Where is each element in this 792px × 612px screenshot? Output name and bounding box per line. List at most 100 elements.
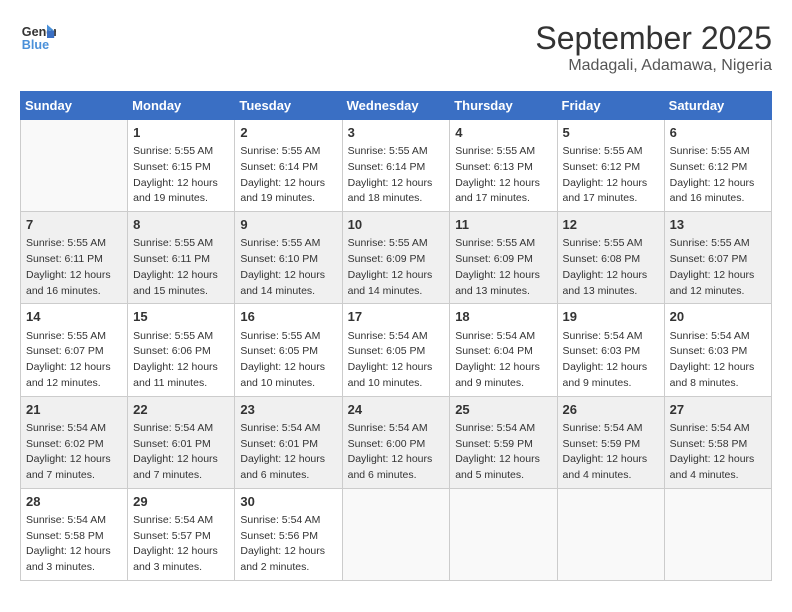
day-number: 9 <box>240 216 336 234</box>
day-number: 8 <box>133 216 229 234</box>
calendar-cell: 30 Sunrise: 5:54 AMSunset: 5:56 PMDayligh… <box>235 488 342 580</box>
day-info: Sunrise: 5:55 AMSunset: 6:08 PMDaylight:… <box>563 236 659 299</box>
day-number: 19 <box>563 308 659 326</box>
day-info: Sunrise: 5:54 AMSunset: 5:58 PMDaylight:… <box>26 513 122 576</box>
day-info: Sunrise: 5:55 AMSunset: 6:14 PMDaylight:… <box>240 144 336 207</box>
location: Madagali, Adamawa, Nigeria <box>535 57 772 75</box>
calendar-cell: 24Sunrise: 5:54 AMSunset: 6:00 PMDayligh… <box>342 396 450 488</box>
day-info: Sunrise: 5:55 AMSunset: 6:05 PMDaylight:… <box>240 329 336 392</box>
calendar-cell: 11 Sunrise: 5:55 AMSunset: 6:09 PMDayligh… <box>450 212 557 304</box>
day-info: Sunrise: 5:54 AMSunset: 5:57 PMDaylight:… <box>133 513 229 576</box>
calendar-cell <box>664 488 771 580</box>
day-info: Sunrise: 5:54 AMSunset: 6:04 PMDaylight:… <box>455 329 551 392</box>
day-number: 25 <box>455 401 551 419</box>
day-info: Sunrise: 5:55 AMSunset: 6:15 PMDaylight:… <box>133 144 229 207</box>
calendar-cell: 3 Sunrise: 5:55 AMSunset: 6:14 PMDaylight… <box>342 120 450 212</box>
day-info: Sunrise: 5:55 AMSunset: 6:14 PMDaylight:… <box>348 144 445 207</box>
calendar-cell: 28 Sunrise: 5:54 AMSunset: 5:58 PMDayligh… <box>21 488 128 580</box>
day-info: Sunrise: 5:54 AMSunset: 6:05 PMDaylight:… <box>348 329 445 392</box>
day-number: 13 <box>670 216 766 234</box>
day-info: Sunrise: 5:55 AMSunset: 6:07 PMDaylight:… <box>670 236 766 299</box>
calendar-cell: 18 Sunrise: 5:54 AMSunset: 6:04 PMDayligh… <box>450 304 557 396</box>
weekday-header-saturday: Saturday <box>664 92 771 120</box>
day-info: Sunrise: 5:54 AMSunset: 6:02 PMDaylight:… <box>26 421 122 484</box>
day-number: 5 <box>563 124 659 142</box>
calendar-week-row: 7 Sunrise: 5:55 AMSunset: 6:11 PMDaylight… <box>21 212 772 304</box>
calendar-week-row: 21 Sunrise: 5:54 AMSunset: 6:02 PMDayligh… <box>21 396 772 488</box>
title-area: September 2025 Madagali, Adamawa, Nigeri… <box>535 20 772 75</box>
weekday-header-thursday: Thursday <box>450 92 557 120</box>
day-info: Sunrise: 5:55 AMSunset: 6:06 PMDaylight:… <box>133 329 229 392</box>
calendar-cell: 19 Sunrise: 5:54 AMSunset: 6:03 PMDayligh… <box>557 304 664 396</box>
day-number: 22 <box>133 401 229 419</box>
day-number: 27 <box>670 401 766 419</box>
day-number: 16 <box>240 308 336 326</box>
calendar-cell: 16 Sunrise: 5:55 AMSunset: 6:05 PMDayligh… <box>235 304 342 396</box>
day-number: 28 <box>26 493 122 511</box>
day-info: Sunrise: 5:54 AMSunset: 6:03 PMDaylight:… <box>563 329 659 392</box>
day-info: Sunrise: 5:54 AMSunset: 5:56 PMDaylight:… <box>240 513 336 576</box>
calendar-cell: 12 Sunrise: 5:55 AMSunset: 6:08 PMDayligh… <box>557 212 664 304</box>
calendar-cell <box>342 488 450 580</box>
calendar-cell: 26 Sunrise: 5:54 AMSunset: 5:59 PMDayligh… <box>557 396 664 488</box>
calendar-cell: 9 Sunrise: 5:55 AMSunset: 6:10 PMDaylight… <box>235 212 342 304</box>
calendar-cell: 21 Sunrise: 5:54 AMSunset: 6:02 PMDayligh… <box>21 396 128 488</box>
weekday-header-row: SundayMondayTuesdayWednesdayThursdayFrid… <box>21 92 772 120</box>
day-number: 11 <box>455 216 551 234</box>
calendar-week-row: 28 Sunrise: 5:54 AMSunset: 5:58 PMDayligh… <box>21 488 772 580</box>
calendar-cell: 13 Sunrise: 5:55 AMSunset: 6:07 PMDayligh… <box>664 212 771 304</box>
day-info: Sunrise: 5:55 AMSunset: 6:07 PMDaylight:… <box>26 329 122 392</box>
day-info: Sunrise: 5:55 AMSunset: 6:09 PMDaylight:… <box>455 236 551 299</box>
calendar-cell: 25 Sunrise: 5:54 AMSunset: 5:59 PMDayligh… <box>450 396 557 488</box>
day-info: Sunrise: 5:55 AMSunset: 6:11 PMDaylight:… <box>133 236 229 299</box>
day-info: Sunrise: 5:55 AMSunset: 6:10 PMDaylight:… <box>240 236 336 299</box>
calendar-cell: 4Sunrise: 5:55 AMSunset: 6:13 PMDaylight… <box>450 120 557 212</box>
logo-icon: General Blue <box>20 20 56 56</box>
day-number: 1 <box>133 124 229 142</box>
weekday-header-sunday: Sunday <box>21 92 128 120</box>
calendar-week-row: 1 Sunrise: 5:55 AMSunset: 6:15 PMDaylight… <box>21 120 772 212</box>
day-info: Sunrise: 5:55 AMSunset: 6:09 PMDaylight:… <box>348 236 445 299</box>
calendar-cell: 27 Sunrise: 5:54 AMSunset: 5:58 PMDayligh… <box>664 396 771 488</box>
calendar-cell: 14 Sunrise: 5:55 AMSunset: 6:07 PMDayligh… <box>21 304 128 396</box>
calendar-cell: 29Sunrise: 5:54 AMSunset: 5:57 PMDayligh… <box>128 488 235 580</box>
day-number: 21 <box>26 401 122 419</box>
calendar-cell <box>21 120 128 212</box>
weekday-header-monday: Monday <box>128 92 235 120</box>
month-title: September 2025 <box>535 20 772 57</box>
calendar-week-row: 14 Sunrise: 5:55 AMSunset: 6:07 PMDayligh… <box>21 304 772 396</box>
day-info: Sunrise: 5:55 AMSunset: 6:13 PMDaylight:… <box>455 144 551 207</box>
day-number: 10 <box>348 216 445 234</box>
day-number: 30 <box>240 493 336 511</box>
calendar-cell <box>557 488 664 580</box>
day-number: 2 <box>240 124 336 142</box>
day-number: 12 <box>563 216 659 234</box>
day-info: Sunrise: 5:54 AMSunset: 5:59 PMDaylight:… <box>563 421 659 484</box>
day-number: 18 <box>455 308 551 326</box>
calendar-cell: 8 Sunrise: 5:55 AMSunset: 6:11 PMDaylight… <box>128 212 235 304</box>
day-number: 26 <box>563 401 659 419</box>
day-number: 20 <box>670 308 766 326</box>
day-number: 17 <box>348 308 445 326</box>
calendar-cell <box>450 488 557 580</box>
page-header: General Blue September 2025 Madagali, Ad… <box>20 20 772 75</box>
day-info: Sunrise: 5:55 AMSunset: 6:12 PMDaylight:… <box>563 144 659 207</box>
day-info: Sunrise: 5:55 AMSunset: 6:12 PMDaylight:… <box>670 144 766 207</box>
calendar-cell: 23Sunrise: 5:54 AMSunset: 6:01 PMDayligh… <box>235 396 342 488</box>
calendar-cell: 15 Sunrise: 5:55 AMSunset: 6:06 PMDayligh… <box>128 304 235 396</box>
day-info: Sunrise: 5:54 AMSunset: 6:00 PMDaylight:… <box>348 421 445 484</box>
weekday-header-tuesday: Tuesday <box>235 92 342 120</box>
day-number: 14 <box>26 308 122 326</box>
day-info: Sunrise: 5:54 AMSunset: 5:59 PMDaylight:… <box>455 421 551 484</box>
day-number: 6 <box>670 124 766 142</box>
calendar-cell: 1 Sunrise: 5:55 AMSunset: 6:15 PMDaylight… <box>128 120 235 212</box>
calendar-cell: 6 Sunrise: 5:55 AMSunset: 6:12 PMDaylight… <box>664 120 771 212</box>
day-number: 3 <box>348 124 445 142</box>
day-info: Sunrise: 5:54 AMSunset: 5:58 PMDaylight:… <box>670 421 766 484</box>
calendar-cell: 5 Sunrise: 5:55 AMSunset: 6:12 PMDaylight… <box>557 120 664 212</box>
calendar-cell: 17 Sunrise: 5:54 AMSunset: 6:05 PMDayligh… <box>342 304 450 396</box>
day-info: Sunrise: 5:54 AMSunset: 6:01 PMDaylight:… <box>240 421 336 484</box>
day-number: 7 <box>26 216 122 234</box>
day-number: 15 <box>133 308 229 326</box>
day-info: Sunrise: 5:54 AMSunset: 6:03 PMDaylight:… <box>670 329 766 392</box>
